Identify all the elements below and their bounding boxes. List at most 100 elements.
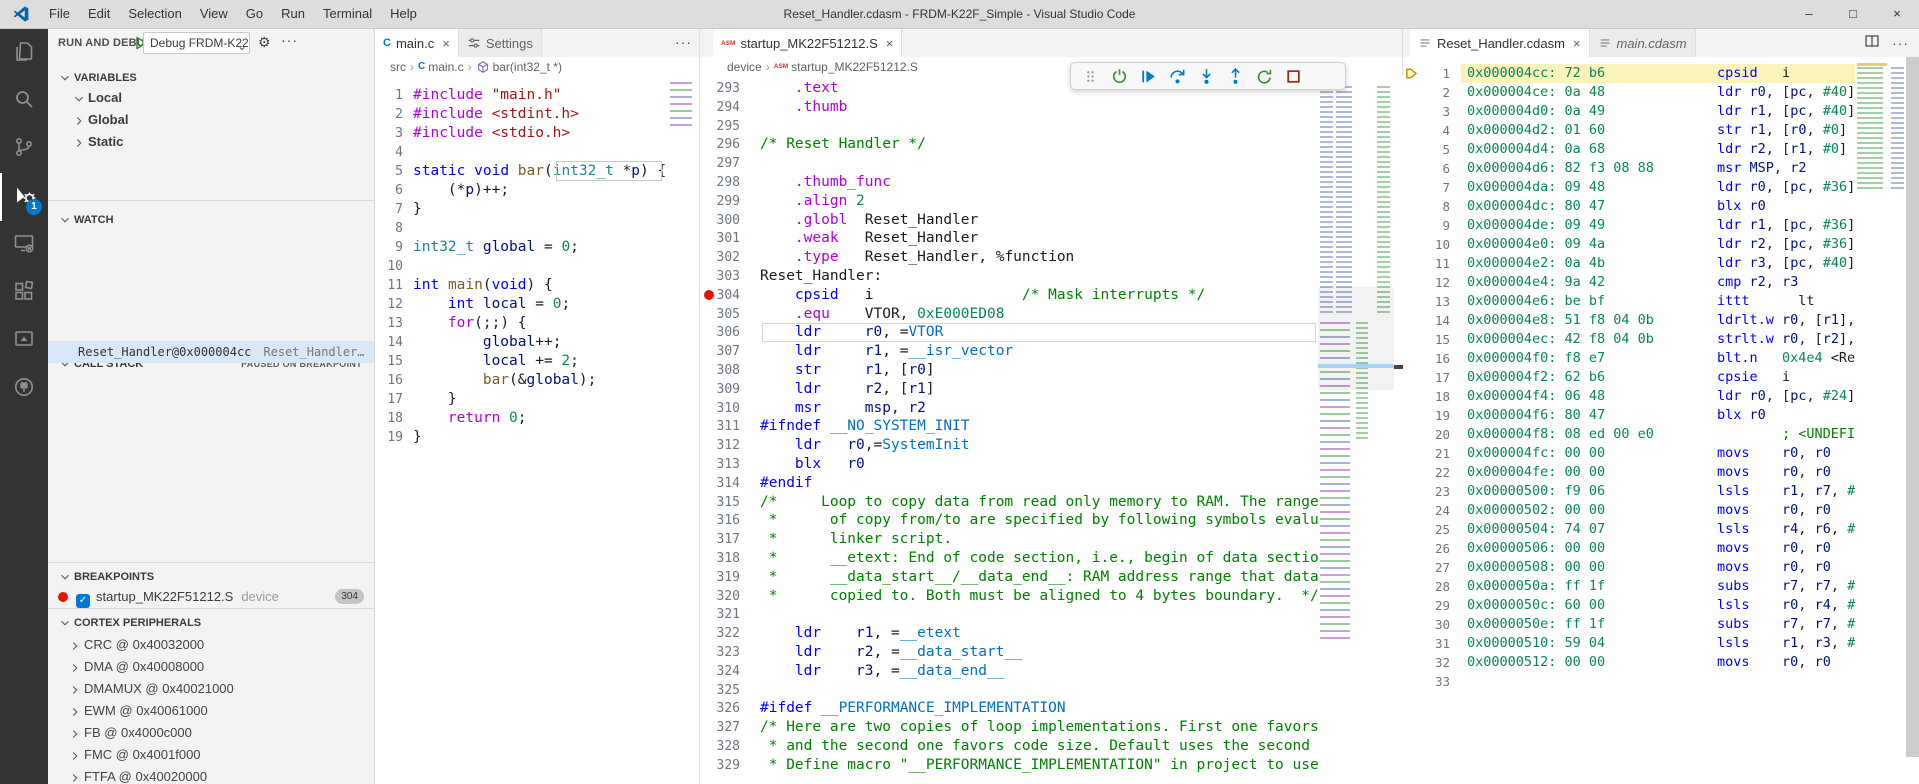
code-line-322[interactable]: 322 ldr r1, =__etext bbox=[700, 624, 1318, 643]
step-into-button[interactable] bbox=[1195, 65, 1217, 87]
disasm-scrollbar[interactable] bbox=[1906, 57, 1919, 757]
breadcrumb-device[interactable]: device bbox=[727, 60, 762, 74]
disasm-row-25[interactable]: 25 0x00000504: 74 07 lsls r4, r6, #29 bbox=[1403, 520, 1855, 539]
code-line-6[interactable]: 6 (*p)++; bbox=[375, 181, 668, 200]
tab-main.cdasm[interactable]: main.cdasm bbox=[1589, 29, 1696, 57]
code-line-7[interactable]: 7} bbox=[375, 200, 668, 219]
menu-terminal[interactable]: Terminal bbox=[314, 0, 381, 28]
step-over-button[interactable] bbox=[1166, 65, 1188, 87]
activity-search[interactable] bbox=[0, 77, 48, 125]
disasm-row-17[interactable]: 17 0x000004f2: 62 b6 cpsie i bbox=[1403, 368, 1855, 387]
breadcrumb-src[interactable]: src bbox=[390, 60, 406, 74]
tab-Settings[interactable]: Settings bbox=[458, 29, 542, 57]
tab-main.c[interactable]: Cmain.c × bbox=[375, 29, 459, 57]
variables-scope-local[interactable]: Local bbox=[48, 87, 374, 109]
peripheral-item[interactable]: DMA @ 0x40008000 bbox=[48, 656, 374, 678]
code-line-303[interactable]: 303 Reset_Handler: bbox=[700, 267, 1318, 286]
code-line-329[interactable]: 329 * Define macro "__PERFORMANCE_IMPLEM… bbox=[700, 756, 1318, 775]
stack-frame-row[interactable]: Reset_Handler@0x000004cc Reset_Handler… bbox=[48, 341, 374, 363]
disasm-row-11[interactable]: 11 0x000004e2: 0a 4b ldr r3, [pc, #40] bbox=[1403, 254, 1855, 273]
disasm-row-16[interactable]: 16 0x000004f0: f8 e7 blt.n 0x4e4 <Reset_Ha… bbox=[1403, 349, 1855, 368]
disasm-row-33[interactable]: 33 bbox=[1403, 672, 1855, 691]
code-line-320[interactable]: 320 * copied to. Both must be aligned to… bbox=[700, 587, 1318, 606]
chevron-right-icon[interactable] bbox=[72, 113, 88, 129]
chevron-right-icon[interactable] bbox=[68, 748, 84, 764]
main-minimap[interactable] bbox=[668, 76, 696, 784]
activity-explorer[interactable] bbox=[0, 29, 48, 77]
code-line-299[interactable]: 299 .align 2 bbox=[700, 192, 1318, 211]
chevron-right-icon[interactable] bbox=[68, 704, 84, 720]
code-line-18[interactable]: 18 return 0; bbox=[375, 409, 668, 428]
breadcrumb-bar-int32-t-[interactable]: bar(int32_t *) bbox=[476, 60, 562, 74]
chevron-down-icon[interactable] bbox=[58, 213, 74, 229]
disasm-row-32[interactable]: 32 0x00000512: 00 00 movs r0, r0 bbox=[1403, 653, 1855, 672]
code-line-325[interactable]: 325 bbox=[700, 681, 1318, 700]
code-line-10[interactable]: 10 bbox=[375, 257, 668, 276]
menu-file[interactable]: File bbox=[40, 0, 79, 28]
code-line-17[interactable]: 17 } bbox=[375, 390, 668, 409]
menu-help[interactable]: Help bbox=[381, 0, 426, 28]
peripheral-item[interactable]: FMC @ 0x4001f000 bbox=[48, 744, 374, 766]
disasm-row-21[interactable]: 21 0x000004fc: 00 00 movs r0, r0 bbox=[1403, 444, 1855, 463]
chevron-right-icon[interactable] bbox=[72, 135, 88, 151]
code-line-2[interactable]: 2 #include <stdint.h> bbox=[375, 105, 668, 124]
code-line-328[interactable]: 328 * and the second one favors code siz… bbox=[700, 737, 1318, 756]
restart-button[interactable] bbox=[1253, 65, 1275, 87]
code-line-11[interactable]: 11 int main(void) { bbox=[375, 276, 668, 295]
code-line-300[interactable]: 300 .globl Reset_Handler bbox=[700, 211, 1318, 230]
breadcrumb-startup-MK22F51212-S[interactable]: ASM startup_MK22F51212.S bbox=[774, 60, 918, 74]
editor-more-icon[interactable]: ··· bbox=[1892, 35, 1909, 51]
code-line-323[interactable]: 323 ldr r2, =__data_start__ bbox=[700, 643, 1318, 662]
code-line-317[interactable]: 317 * linker script. bbox=[700, 530, 1318, 549]
code-line-310[interactable]: 310 msr msp, r2 bbox=[700, 399, 1318, 418]
breadcrumb-main-c[interactable]: Cmain.c bbox=[418, 60, 464, 74]
code-line-294[interactable]: 294 .thumb bbox=[700, 98, 1318, 117]
minimap-viewport[interactable] bbox=[1318, 287, 1394, 390]
close-icon[interactable]: × bbox=[886, 36, 894, 51]
code-line-315[interactable]: 315 /* Loop to copy data from read only m… bbox=[700, 493, 1318, 512]
disasm-row-26[interactable]: 26 0x00000506: 00 00 movs r0, r0 bbox=[1403, 539, 1855, 558]
code-line-318[interactable]: 318 * __etext: End of code section, i.e.… bbox=[700, 549, 1318, 568]
code-line-309[interactable]: 309 ldr r2, [r1] bbox=[700, 380, 1318, 399]
code-line-14[interactable]: 14 global++; bbox=[375, 333, 668, 352]
code-line-297[interactable]: 297 bbox=[700, 154, 1318, 173]
disasm-row-20[interactable]: 20 0x000004f8: 08 ed 00 e0 ; <UNDEFINED> bbox=[1403, 425, 1855, 444]
activity-extensions[interactable] bbox=[0, 269, 48, 317]
disasm-row-18[interactable]: 18 0x000004f4: 06 48 ldr r0, [pc, #24] bbox=[1403, 387, 1855, 406]
disasm-row-24[interactable]: 24 0x00000502: 00 00 movs r0, r0 bbox=[1403, 501, 1855, 520]
disasm-row-22[interactable]: 22 0x000004fe: 00 00 movs r0, r0 bbox=[1403, 463, 1855, 482]
disasm-row-9[interactable]: 9 0x000004de: 09 49 ldr r1, [pc, #36] bbox=[1403, 216, 1855, 235]
disasm-row-8[interactable]: 8 0x000004dc: 80 47 blx r0 bbox=[1403, 197, 1855, 216]
code-line-15[interactable]: 15 local += 2; bbox=[375, 352, 668, 371]
peripheral-item[interactable]: DMAMUX @ 0x40021000 bbox=[48, 678, 374, 700]
disasm-minimap[interactable] bbox=[1855, 57, 1906, 784]
code-line-304[interactable]: 304 cpsid i /* Mask interrupts */ bbox=[700, 286, 1318, 305]
views-more-icon[interactable]: ··· bbox=[281, 32, 298, 48]
code-line-9[interactable]: 9 int32_t global = 0; bbox=[375, 238, 668, 257]
menu-go[interactable]: Go bbox=[237, 0, 272, 28]
section-header-cortex-peripherals[interactable]: CORTEX PERIPHERALS bbox=[48, 612, 374, 634]
disasm-row-4[interactable]: 4 0x000004d2: 01 60 str r1, [r0, #0] bbox=[1403, 121, 1855, 140]
variables-scope-global[interactable]: Global bbox=[48, 109, 374, 131]
disasm-row-5[interactable]: 5 0x000004d4: 0a 68 ldr r2, [r1, #0] bbox=[1403, 140, 1855, 159]
disasm-row-13[interactable]: 13 0x000004e6: be bf ittt lt bbox=[1403, 292, 1855, 311]
code-line-302[interactable]: 302 .type Reset_Handler, %function bbox=[700, 248, 1318, 267]
disasm-row-19[interactable]: 19 0x000004f6: 80 47 blx r0 bbox=[1403, 406, 1855, 425]
section-header-variables[interactable]: VARIABLES bbox=[48, 67, 374, 89]
code-line-13[interactable]: 13 for(;;) { bbox=[375, 314, 668, 333]
chevron-right-icon[interactable] bbox=[68, 682, 84, 698]
tab-Reset_Handler.cdasm[interactable]: Reset_Handler.cdasm × bbox=[1410, 29, 1590, 57]
disasm-row-14[interactable]: 14 0x000004e8: 51 f8 04 0b ldrlt.w r0, [r1… bbox=[1403, 311, 1855, 330]
chevron-down-icon[interactable] bbox=[58, 570, 74, 586]
disasm-row-2[interactable]: 2 0x000004ce: 0a 48 ldr r0, [pc, #40] bbox=[1403, 83, 1855, 102]
code-line-295[interactable]: 295 bbox=[700, 117, 1318, 136]
stop-button[interactable] bbox=[1282, 65, 1304, 87]
menu-edit[interactable]: Edit bbox=[79, 0, 119, 28]
code-line-308[interactable]: 308 str r1, [r0] bbox=[700, 361, 1318, 380]
code-line-8[interactable]: 8 bbox=[375, 219, 668, 238]
tab-startup_MK22F51212.S[interactable]: ASM startup_MK22F51212.S × bbox=[713, 29, 903, 57]
disasm-row-27[interactable]: 27 0x00000508: 00 00 movs r0, r0 bbox=[1403, 558, 1855, 577]
breakpoint-checkbox[interactable]: ✓ bbox=[76, 594, 90, 608]
chevron-right-icon[interactable] bbox=[68, 638, 84, 654]
close-button[interactable]: × bbox=[1875, 0, 1919, 29]
